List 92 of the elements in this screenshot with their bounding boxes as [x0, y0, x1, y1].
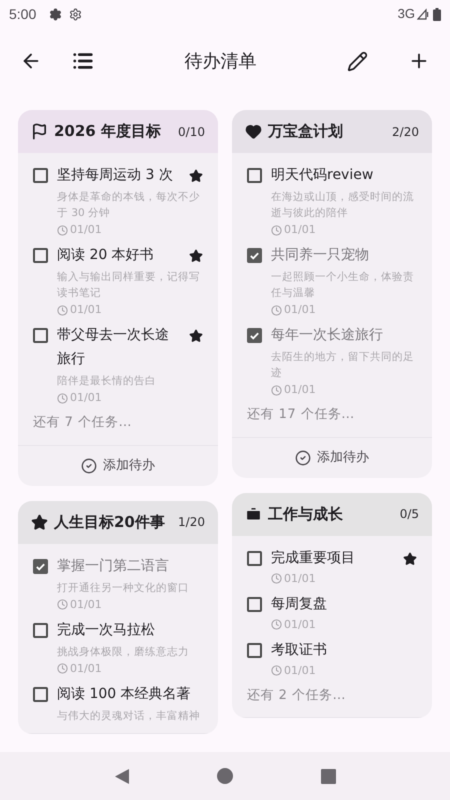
back-icon[interactable] [114, 768, 130, 784]
checkbox[interactable] [33, 168, 48, 183]
checkbox[interactable] [247, 328, 262, 343]
task-title: 掌握一门第二语言 [57, 556, 170, 576]
task-date: 01/01 [70, 222, 102, 238]
page-title: 待办清单 [184, 50, 258, 74]
list-title: 万宝盒计划 [268, 121, 344, 142]
task-description: 挑战身体极限，磨练意志力 [57, 644, 190, 660]
home-icon[interactable] [217, 768, 234, 784]
list-title: 2026 年度目标 [54, 121, 162, 142]
checkbox[interactable] [247, 642, 262, 658]
task-date: 01/01 [70, 302, 102, 318]
task-title: 每周复盘 [271, 594, 328, 614]
task-description: 去陌生的地方，留下共同的足迹 [271, 350, 415, 381]
circle-check-icon [81, 458, 97, 474]
checkmark-icon [249, 250, 260, 261]
list-title: 工作与成长 [268, 504, 344, 525]
clock-icon [271, 573, 282, 584]
checkbox[interactable] [247, 550, 262, 566]
task-title: 明天代码review [271, 166, 374, 185]
add-todo-button[interactable]: 添加待办 [232, 438, 432, 478]
status-time: 5:00 [9, 4, 36, 24]
clock-icon [57, 663, 68, 674]
task-title: 考取证书 [271, 640, 328, 660]
battery-icon [433, 8, 441, 20]
task-description: 在海边或山顶，感受时间的流逝与彼此的陪伴 [271, 190, 415, 221]
signal-icon [417, 8, 429, 20]
task-count: 1/20 [178, 514, 205, 531]
checkbox[interactable] [247, 596, 262, 612]
task-description: 打开通往另一种文化的窗口 [57, 580, 190, 596]
clock-icon [271, 224, 282, 236]
checkbox[interactable] [33, 248, 48, 263]
task-title: 阅读 20 本好书 [57, 246, 155, 265]
task-date: 01/01 [70, 660, 102, 676]
checkbox[interactable] [33, 686, 48, 702]
settings-icon [69, 8, 82, 20]
add-todo-button[interactable]: 添加待办 [18, 446, 218, 486]
task-title: 完成一次马拉松 [57, 620, 156, 640]
clock-icon [57, 599, 68, 610]
task-date: 01/01 [284, 302, 316, 318]
checkbox[interactable] [247, 168, 262, 183]
checkmark-icon [249, 330, 260, 341]
clock-icon [271, 304, 282, 316]
task-title: 带父母去一次长途旅行 [57, 326, 170, 369]
heart-icon [245, 123, 262, 140]
task-date: 01/01 [70, 596, 102, 612]
task-description: 身体是革命的本钱，每次不少于 30 分钟 [57, 190, 201, 221]
star-icon[interactable] [189, 169, 203, 183]
list-title: 人生目标20件事 [54, 512, 166, 533]
task-count: 0/10 [178, 124, 205, 140]
more-tasks-text[interactable]: 还有 2 个任务… [247, 686, 417, 705]
clock-icon [271, 619, 282, 630]
more-tasks-text[interactable]: 还有 7 个任务… [33, 413, 203, 432]
task-title: 完成重要项目 [271, 548, 356, 568]
task-date: 01/01 [284, 616, 316, 632]
task-count: 0/5 [400, 506, 419, 523]
star-icon[interactable] [189, 249, 203, 263]
checkbox[interactable] [247, 248, 262, 263]
star-icon [31, 514, 48, 530]
edit-button[interactable] [347, 50, 368, 72]
task-date: 01/01 [284, 222, 316, 238]
task-title: 共同养一只宠物 [271, 246, 370, 265]
list-view-button[interactable] [72, 50, 94, 72]
task-description: 输入与输出同样重要，记得写读书笔记 [57, 270, 201, 301]
task-title: 每年一次长途旅行 [271, 326, 384, 345]
task-date: 01/01 [70, 390, 102, 406]
flag-icon [31, 123, 48, 140]
task-description: 一起照顾一个小生命，体验责任与温馨 [271, 270, 415, 301]
task-title: 阅读 100 本经典名著 [57, 684, 192, 704]
circle-check-icon [295, 450, 311, 466]
task-date: 01/01 [284, 662, 316, 678]
briefcase-icon [245, 506, 262, 522]
checkbox[interactable] [33, 328, 48, 343]
task-title: 坚持每周运动 3 次 [57, 166, 174, 185]
more-tasks-text[interactable]: 还有 17 个任务… [247, 405, 417, 424]
clock-icon [57, 392, 68, 404]
task-description: 陪伴是最长情的告白 [57, 374, 157, 389]
task-date: 01/01 [284, 382, 316, 398]
recents-icon[interactable] [321, 768, 336, 784]
checkbox[interactable] [33, 622, 48, 638]
checkbox[interactable] [33, 558, 48, 574]
star-icon[interactable] [403, 552, 417, 566]
task-date: 01/01 [284, 570, 316, 586]
network-label: 3G [398, 5, 415, 24]
clock-icon [57, 224, 68, 236]
clock-icon [57, 304, 68, 316]
clock-icon [271, 665, 282, 676]
clock-icon [271, 384, 282, 396]
settings-icon [49, 8, 62, 20]
task-count: 2/20 [392, 124, 419, 140]
task-description: 与伟大的灵魂对话，丰富精神 [57, 708, 201, 724]
star-icon[interactable] [189, 329, 203, 343]
